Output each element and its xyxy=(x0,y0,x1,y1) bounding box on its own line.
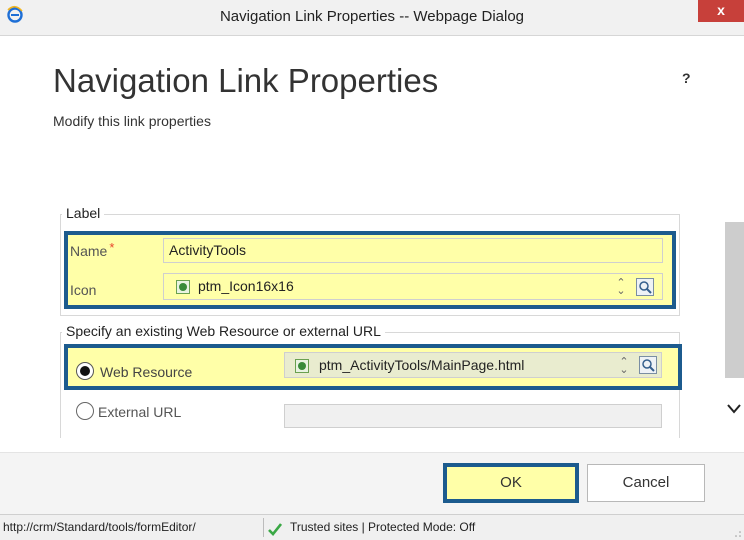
cancel-button[interactable]: Cancel xyxy=(587,464,705,502)
web-resource-radio-dot xyxy=(80,366,90,376)
web-resource-lookup[interactable]: ptm_ActivityTools/MainPage.html ⌃ ⌄ xyxy=(284,352,662,378)
web-resource-value: ptm_ActivityTools/MainPage.html xyxy=(319,357,525,373)
window-titlebar: Navigation Link Properties -- Webpage Di… xyxy=(0,0,744,36)
close-icon: x xyxy=(717,2,725,18)
external-url-radio[interactable] xyxy=(76,402,94,420)
dialog-footer: OK Cancel xyxy=(0,452,744,515)
label-legend: Label xyxy=(62,205,105,221)
name-label: Name * xyxy=(70,240,115,259)
cancel-button-label: Cancel xyxy=(622,474,670,491)
icon-lookup-value: ptm_Icon16x16 xyxy=(198,278,294,294)
content-area: Label Name * ActivityTools Icon ptm_Icon1… xyxy=(56,196,682,438)
close-button[interactable]: x xyxy=(698,0,744,22)
dialog-heading: Navigation Link Properties xyxy=(53,62,439,99)
icon-spin-down-icon[interactable]: ⌄ xyxy=(616,286,626,297)
vertical-scrollbar[interactable] xyxy=(723,196,744,438)
web-resource-spin-down-icon[interactable]: ⌄ xyxy=(619,365,629,376)
resize-grip-icon[interactable] xyxy=(734,530,742,538)
scroll-down-icon[interactable] xyxy=(727,404,741,414)
status-url: http://crm/Standard/tools/formEditor/ xyxy=(0,518,264,537)
required-marker: * xyxy=(109,240,115,255)
icon-lookup[interactable]: ptm_Icon16x16 ⌃ ⌄ xyxy=(163,273,663,300)
status-bar: http://crm/Standard/tools/formEditor/ Tr… xyxy=(0,514,744,540)
icon-lookup-icon[interactable] xyxy=(636,278,654,296)
name-input-value: ActivityTools xyxy=(169,242,247,258)
window-title: Navigation Link Properties -- Webpage Di… xyxy=(219,8,525,25)
target-legend: Specify an existing Web Resource or exte… xyxy=(62,323,385,339)
web-resource-lookup-icon[interactable] xyxy=(639,356,657,374)
name-label-text: Name xyxy=(70,243,108,259)
web-resource-radio[interactable] xyxy=(76,362,94,380)
dialog-subheading: Modify this link properties xyxy=(53,113,211,129)
external-url-label: External URL xyxy=(98,404,182,420)
checkmark-icon xyxy=(268,523,282,536)
ok-button-label: OK xyxy=(500,474,522,491)
web-resource-icon xyxy=(176,280,190,294)
external-url-input[interactable] xyxy=(284,404,662,428)
web-resource-label: Web Resource xyxy=(100,364,193,380)
help-icon[interactable]: ? xyxy=(682,70,691,86)
web-resource-file-icon xyxy=(295,359,309,373)
name-input[interactable]: ActivityTools xyxy=(163,238,663,263)
ok-button[interactable]: OK xyxy=(443,463,579,503)
icon-label: Icon xyxy=(70,282,97,298)
scrollbar-thumb[interactable] xyxy=(725,222,744,378)
security-zone-status: Trusted sites | Protected Mode: Off xyxy=(290,520,476,534)
